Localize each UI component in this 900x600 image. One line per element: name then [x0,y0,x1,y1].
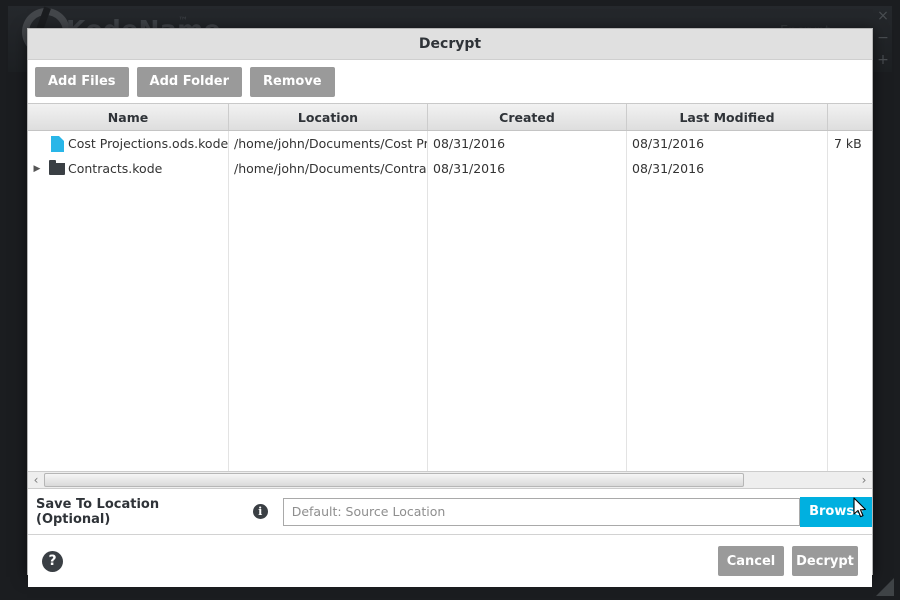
close-icon[interactable]: × [874,7,892,25]
column-guides [28,131,872,471]
scrollbar-track[interactable] [44,473,856,487]
column-guide-created [428,131,627,471]
row-modified-cell: 08/31/2016 [627,156,828,181]
column-header-last-modified[interactable]: Last Modified [627,104,828,130]
save-to-location-label: Save To Location (Optional) [36,496,160,527]
file-table: Name Location Created Last Modified Cost [28,104,872,471]
decrypt-button[interactable]: Decrypt [792,546,858,576]
row-created-cell: 08/31/2016 [428,131,627,156]
footer-actions: Cancel Decrypt [718,546,858,576]
table-header-row: Name Location Created Last Modified [28,104,872,131]
resize-grip[interactable] [876,578,894,596]
column-header-size[interactable] [828,104,872,130]
file-icon [46,135,68,152]
scrollbar-thumb[interactable] [44,473,744,487]
column-guide-name [28,131,229,471]
dialog-footer: ? Cancel Decrypt [28,535,872,587]
row-name-cell[interactable]: ▶ Contracts.kode [28,156,229,181]
file-toolbar: Add Files Add Folder Remove [28,60,872,104]
column-guide-modified [627,131,828,471]
cancel-button[interactable]: Cancel [718,546,784,576]
folder-icon [46,159,68,175]
row-created-cell: 08/31/2016 [428,156,627,181]
column-guide-location [229,131,428,471]
maximize-icon[interactable]: + [874,51,892,69]
info-icon[interactable]: i [252,504,268,519]
save-to-location-input[interactable] [282,497,801,526]
add-folder-button[interactable]: Add Folder [136,66,243,97]
save-to-location-row: Save To Location (Optional) i Browse [28,489,872,535]
row-location-cell: /home/john/Documents/Cost Proj... [229,131,428,156]
file-name-label: Contracts.kode [68,161,163,176]
column-header-created[interactable]: Created [428,104,627,130]
column-header-name[interactable]: Name [28,104,229,130]
horizontal-scrollbar[interactable]: ‹ › [28,471,872,489]
table-body: Cost Projections.ods.kode /home/john/Doc… [28,131,872,471]
file-name-label: Cost Projections.ods.kode [68,136,229,151]
scroll-right-icon[interactable]: › [856,473,872,487]
add-files-button[interactable]: Add Files [35,66,129,97]
dialog-titlebar: Decrypt [28,29,872,60]
table-row[interactable]: Cost Projections.ods.kode /home/john/Doc… [28,131,872,156]
row-name-cell[interactable]: Cost Projections.ods.kode [28,131,229,156]
browse-button[interactable]: Browse [800,496,872,527]
row-size-cell: 7 kB [834,136,862,151]
remove-button[interactable]: Remove [250,66,335,97]
scroll-left-icon[interactable]: ‹ [28,473,44,487]
row-location-cell: /home/john/Documents/Contracts... [229,156,428,181]
minimize-icon[interactable]: − [874,29,892,47]
help-icon[interactable]: ? [42,550,63,572]
dialog-title: Decrypt [418,36,482,52]
column-header-location[interactable]: Location [229,104,428,130]
row-size-cell [828,156,872,181]
expander-icon[interactable]: ▶ [28,164,46,174]
row-modified-cell: 08/31/2016 [627,131,828,156]
trademark-symbol: ™ [178,16,188,27]
table-row[interactable]: ▶ Contracts.kode /home/john/Documents/Co… [28,156,872,181]
decrypt-dialog: Decrypt Add Files Add Folder Remove Name… [27,28,873,587]
